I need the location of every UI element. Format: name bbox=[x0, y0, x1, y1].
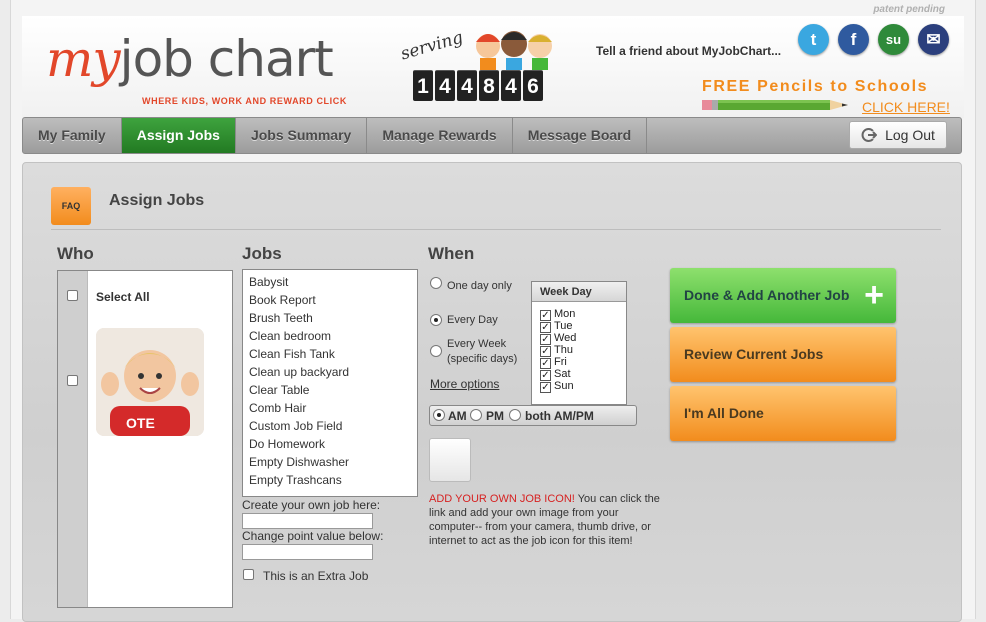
list-item[interactable]: Clean bedroom bbox=[243, 327, 417, 345]
child-avatar[interactable]: OTE bbox=[96, 328, 204, 436]
extra-job-checkbox[interactable] bbox=[243, 569, 254, 580]
logo-my: my bbox=[46, 30, 121, 88]
list-item[interactable]: Clear Table bbox=[243, 381, 417, 399]
weekday-header: Week Day bbox=[532, 282, 626, 302]
check-icon: ✓ bbox=[540, 382, 551, 393]
job-icon-upload[interactable] bbox=[429, 438, 471, 482]
day-sun[interactable]: ✓ Sun bbox=[540, 380, 574, 393]
tell-a-friend[interactable]: Tell a friend about MyJobChart... bbox=[596, 44, 781, 58]
tab-jobs-summary[interactable]: Jobs Summary bbox=[236, 118, 368, 153]
logout-icon bbox=[861, 128, 878, 142]
point-value-input[interactable] bbox=[242, 544, 373, 560]
assign-jobs-panel: FAQ Assign Jobs Who Jobs When Select All… bbox=[22, 162, 962, 622]
done-add-label: Done & Add Another Job bbox=[684, 287, 850, 303]
counter-digit: 6 bbox=[523, 70, 543, 101]
main-nav: My Family Assign Jobs Jobs Summary Manag… bbox=[22, 117, 962, 154]
list-item[interactable]: Comb Hair bbox=[243, 399, 417, 417]
am-pm-selector: AM PM both AM/PM bbox=[429, 405, 637, 426]
user-counter: 1 4 4 8 4 6 bbox=[413, 70, 543, 101]
list-item[interactable]: Do Homework bbox=[243, 435, 417, 453]
list-item[interactable]: Empty Trashcans bbox=[243, 471, 417, 489]
stumbleupon-icon[interactable]: su bbox=[878, 24, 909, 55]
every-day-radio[interactable] bbox=[430, 314, 442, 326]
every-week-label: Every Week bbox=[447, 338, 507, 350]
logo[interactable]: myjob chart bbox=[46, 34, 334, 84]
more-options-link[interactable]: More options bbox=[430, 377, 499, 391]
counter-digit: 1 bbox=[413, 70, 433, 101]
list-item[interactable]: Clean up backyard bbox=[243, 363, 417, 381]
jobs-header: Jobs bbox=[242, 244, 282, 263]
facebook-icon[interactable]: f bbox=[838, 24, 869, 55]
day-label: Mon bbox=[554, 308, 576, 320]
extra-job-label: This is an Extra Job bbox=[263, 569, 369, 583]
select-all-label: Select All bbox=[96, 290, 150, 304]
patent-note: patent pending bbox=[873, 4, 945, 15]
day-label: Sun bbox=[554, 380, 574, 392]
list-item[interactable]: Babysit bbox=[243, 273, 417, 291]
done-add-another-button[interactable]: Done & Add Another Job + bbox=[670, 268, 896, 323]
counter-digit: 4 bbox=[501, 70, 521, 101]
who-list: Select All OTE bbox=[57, 270, 233, 608]
logout-label: Log Out bbox=[885, 127, 935, 143]
create-job-input[interactable] bbox=[242, 513, 373, 529]
twitter-icon[interactable]: t bbox=[798, 24, 829, 55]
when-header: When bbox=[428, 244, 475, 263]
day-label: Fri bbox=[554, 356, 567, 368]
email-icon[interactable]: ✉ bbox=[918, 24, 949, 55]
who-checkbox-strip bbox=[58, 271, 88, 607]
list-item[interactable]: Empty Dishwasher bbox=[243, 453, 417, 471]
add-icon-text: ADD YOUR OWN JOB ICON! You can click the… bbox=[429, 492, 669, 548]
faq-button[interactable]: FAQ bbox=[51, 187, 91, 225]
promo-link[interactable]: CLICK HERE! bbox=[862, 99, 950, 115]
pencil-icon bbox=[702, 100, 848, 110]
pm-label: PM bbox=[486, 409, 504, 423]
one-day-radio[interactable] bbox=[430, 277, 442, 289]
list-item[interactable]: Custom Job Field bbox=[243, 417, 417, 435]
add-icon-heading[interactable]: ADD YOUR OWN JOB ICON! bbox=[429, 493, 575, 505]
kids-illustration bbox=[476, 31, 552, 70]
both-label: both AM/PM bbox=[525, 409, 594, 423]
day-label: Sat bbox=[554, 368, 571, 380]
list-item[interactable]: Book Report bbox=[243, 291, 417, 309]
one-day-label: One day only bbox=[447, 280, 512, 292]
both-radio[interactable] bbox=[509, 409, 521, 421]
review-jobs-button[interactable]: Review Current Jobs bbox=[670, 327, 896, 382]
promo-text: FREE Pencils to Schools bbox=[702, 78, 929, 95]
svg-text:OTE: OTE bbox=[126, 415, 155, 431]
tab-manage-rewards[interactable]: Manage Rewards bbox=[367, 118, 513, 153]
logo-job-chart: job chart bbox=[119, 30, 334, 88]
logout-button[interactable]: Log Out bbox=[849, 121, 947, 149]
logo-tagline: WHERE KIDS, WORK AND REWARD CLICK bbox=[142, 96, 347, 106]
day-label: Wed bbox=[554, 332, 577, 344]
who-header: Who bbox=[57, 244, 94, 263]
weekday-selector: Week Day ✓ Mon ✓ Tue ✓ Wed ✓ Thu ✓ Fri ✓ Sat ✓… bbox=[531, 281, 627, 405]
counter-digit: 4 bbox=[435, 70, 455, 101]
select-all-checkbox[interactable] bbox=[67, 290, 78, 301]
create-job-label: Create your own job here: bbox=[242, 498, 381, 512]
am-radio[interactable] bbox=[433, 409, 445, 421]
list-item[interactable]: Brush Teeth bbox=[243, 309, 417, 327]
every-day-label: Every Day bbox=[447, 314, 498, 326]
point-value-label: Change point value below: bbox=[242, 529, 384, 543]
child-checkbox[interactable] bbox=[67, 375, 78, 386]
tab-my-family[interactable]: My Family bbox=[23, 118, 122, 153]
every-week-radio[interactable] bbox=[430, 345, 442, 357]
tab-assign-jobs[interactable]: Assign Jobs bbox=[121, 118, 236, 153]
divider bbox=[51, 229, 941, 230]
am-label: AM bbox=[448, 409, 467, 423]
pm-radio[interactable] bbox=[470, 409, 482, 421]
tab-message-board[interactable]: Message Board bbox=[513, 118, 648, 153]
list-item[interactable]: Clean Fish Tank bbox=[243, 345, 417, 363]
page-title: Assign Jobs bbox=[109, 192, 205, 209]
counter-digit: 8 bbox=[479, 70, 499, 101]
jobs-list[interactable]: Babysit Book Report Brush Teeth Clean be… bbox=[242, 269, 418, 497]
specific-days-label: (specific days) bbox=[447, 353, 518, 365]
day-label: Thu bbox=[554, 344, 573, 356]
all-done-button[interactable]: I'm All Done bbox=[670, 386, 896, 441]
plus-icon: + bbox=[864, 276, 884, 314]
counter-digit: 4 bbox=[457, 70, 477, 101]
day-label: Tue bbox=[554, 320, 573, 332]
